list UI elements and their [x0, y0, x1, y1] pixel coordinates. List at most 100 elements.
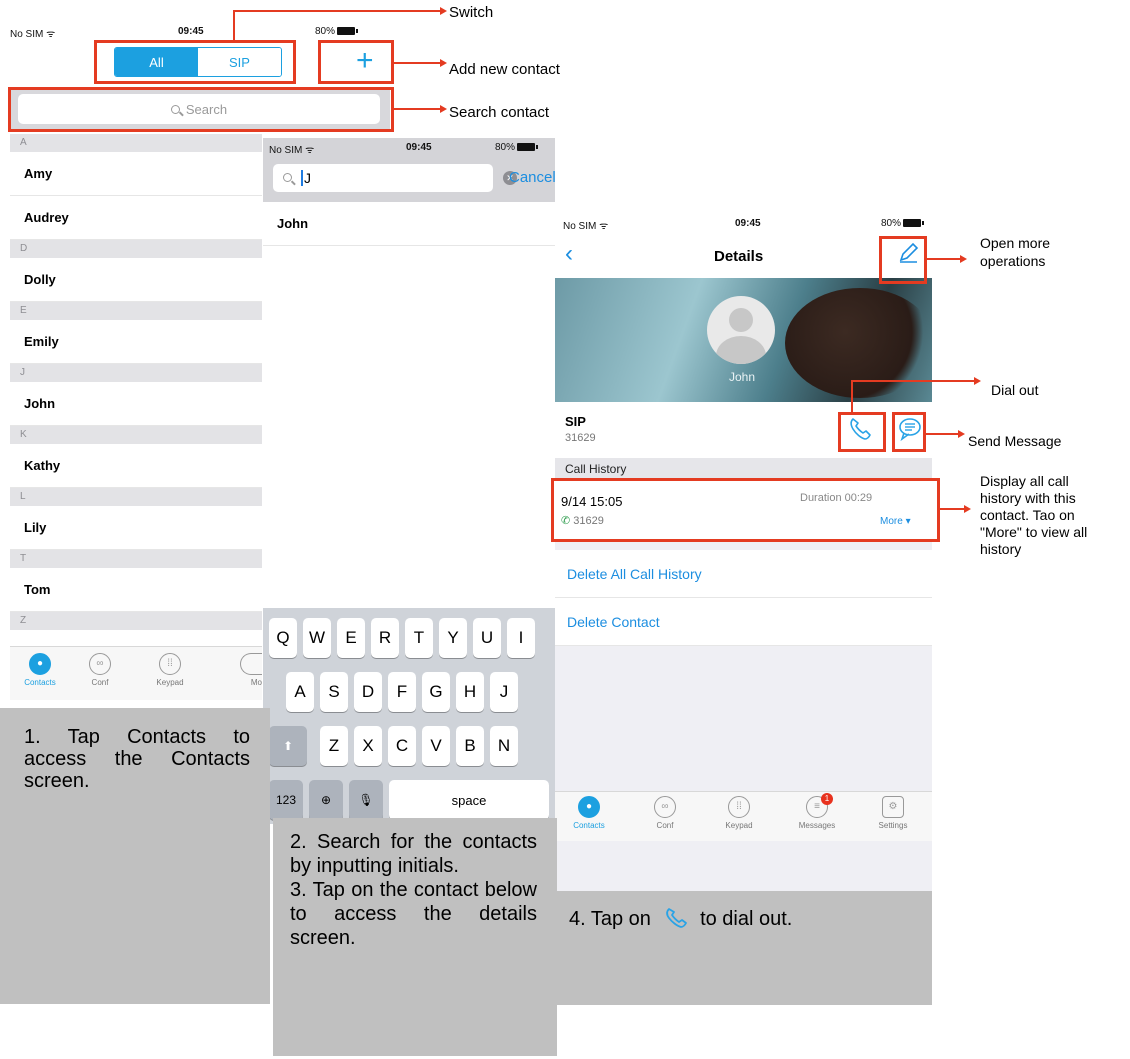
battery-status: 80%: [315, 26, 395, 38]
messages-icon: ≡ 1: [806, 793, 833, 818]
messages-icon: [240, 653, 262, 675]
contact-row[interactable]: Emily: [10, 320, 262, 364]
key[interactable]: C: [388, 726, 416, 766]
section-header: E: [10, 302, 262, 320]
cancel-button[interactable]: Cancel: [509, 169, 556, 186]
conference-icon: ∞: [89, 653, 111, 675]
tab-messages[interactable]: ≡ 1 Messages: [787, 793, 847, 830]
numbers-key[interactable]: 123: [269, 780, 303, 820]
tab-more[interactable]: Mo: [220, 653, 262, 687]
section-header: A: [10, 134, 262, 152]
contact-row[interactable]: Tom: [10, 568, 262, 612]
phone-icon: [663, 907, 689, 929]
label-send: Send Message: [968, 433, 1062, 449]
key[interactable]: Z: [320, 726, 348, 766]
delete-history-button[interactable]: Delete All Call History: [555, 550, 932, 598]
key[interactable]: U: [473, 618, 501, 658]
key[interactable]: E: [337, 618, 365, 658]
contact-row[interactable]: Amy: [10, 152, 262, 196]
switch-highlight: [94, 40, 296, 84]
shift-key[interactable]: ⬆: [269, 726, 307, 766]
battery-icon: [903, 219, 925, 227]
contact-row[interactable]: Audrey: [10, 196, 262, 240]
key[interactable]: J: [490, 672, 518, 712]
section-header: J: [10, 364, 262, 382]
status-bar-3: No SIM ᯤ 09:45 80%: [563, 218, 933, 232]
search-value: J: [304, 170, 311, 186]
search-result-john[interactable]: John: [263, 202, 555, 246]
key[interactable]: X: [354, 726, 382, 766]
arrow-icon: [964, 505, 971, 513]
key[interactable]: D: [354, 672, 382, 712]
contact-number: 31629: [565, 432, 596, 444]
contact-banner: John: [555, 278, 932, 402]
key[interactable]: A: [286, 672, 314, 712]
key[interactable]: H: [456, 672, 484, 712]
arrow-icon: [974, 377, 981, 385]
contact-row[interactable]: John: [10, 382, 262, 426]
arrow-icon: [960, 255, 967, 263]
history-line: [940, 508, 965, 510]
key[interactable]: B: [456, 726, 484, 766]
arrow-icon: [958, 430, 965, 438]
tab-conf[interactable]: ∞ Conf: [70, 653, 130, 687]
key[interactable]: G: [422, 672, 450, 712]
key[interactable]: V: [422, 726, 450, 766]
note-step-4: 4. Tap on to dial out.: [555, 891, 932, 1005]
tab-contacts[interactable]: ● Contacts: [559, 796, 619, 830]
page-title: Details: [714, 248, 764, 265]
tab-bar-3: ● Contacts ∞ Conf ⁞⁞ Keypad ≡ 1 Messages ⚙ S…: [555, 791, 932, 841]
contacts-icon: ●: [578, 796, 600, 818]
add-line: [394, 62, 441, 64]
section-header: Z: [10, 612, 262, 630]
tab-conf[interactable]: ∞ Conf: [635, 796, 695, 830]
key[interactable]: N: [490, 726, 518, 766]
arrow-icon: [440, 59, 447, 67]
key[interactable]: R: [371, 618, 399, 658]
label-dial: Dial out: [991, 382, 1039, 398]
key[interactable]: I: [507, 618, 535, 658]
mic-key[interactable]: 🎙︎: [349, 780, 383, 820]
search-field[interactable]: J ✕: [273, 164, 517, 192]
contact-name: John: [729, 370, 756, 384]
back-icon[interactable]: ‹: [565, 242, 573, 266]
tab-keypad[interactable]: ⁞⁞ Keypad: [709, 796, 769, 830]
tab-keypad[interactable]: ⁞⁞ Keypad: [140, 653, 200, 687]
call-history-header: Call History: [555, 458, 932, 480]
avatar: [707, 296, 775, 364]
key[interactable]: Q: [269, 618, 297, 658]
key[interactable]: Y: [439, 618, 467, 658]
contact-row[interactable]: Kathy: [10, 444, 262, 488]
key[interactable]: S: [320, 672, 348, 712]
section-header: K: [10, 426, 262, 444]
note-step-1: 1. Tap Contacts to access the Contacts s…: [0, 708, 270, 1004]
account-type: SIP: [565, 414, 586, 429]
key[interactable]: W: [303, 618, 331, 658]
gear-icon: ⚙: [882, 796, 904, 818]
status-bar: No SIM ᯤ 09:45: [10, 26, 265, 40]
details-screen: No SIM ᯤ 09:45 80% ‹ Details John SIP 31…: [555, 208, 932, 891]
dial-line-v: [851, 380, 853, 413]
section-header: T: [10, 550, 262, 568]
dial-highlight: [838, 412, 886, 452]
tab-bar: ● Contacts ∞ Conf ⁞⁞ Keypad Mo: [10, 646, 262, 700]
contact-row[interactable]: Dolly: [10, 258, 262, 302]
key[interactable]: F: [388, 672, 416, 712]
contact-row[interactable]: Lily: [10, 506, 262, 550]
tab-settings[interactable]: ⚙ Settings: [863, 796, 923, 830]
space-key[interactable]: space: [389, 780, 549, 820]
keypad-icon: ⁞⁞: [159, 653, 181, 675]
search-icon: [283, 173, 292, 182]
microphone-icon: 🎙︎: [358, 793, 374, 807]
battery-icon: [337, 27, 359, 35]
key[interactable]: T: [405, 618, 433, 658]
tab-contacts[interactable]: ● Contacts: [10, 653, 70, 687]
shift-icon: ⬆: [282, 739, 294, 753]
label-add: Add new contact: [449, 61, 560, 78]
history-highlight: [551, 478, 940, 542]
label-more-operations: Open more operations: [980, 235, 1051, 269]
contacts-icon: ●: [29, 653, 51, 675]
section-header: D: [10, 240, 262, 258]
delete-contact-button[interactable]: Delete Contact: [555, 598, 932, 646]
globe-key[interactable]: ⊕: [309, 780, 343, 820]
